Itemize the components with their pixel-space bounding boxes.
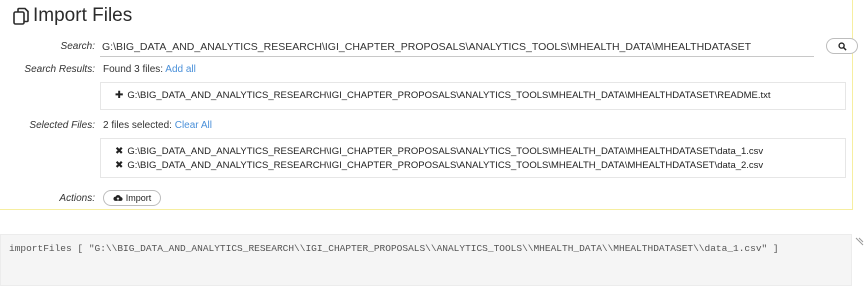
list-item: ✖ G:\BIG_DATA_AND_ANALYTICS_RESEARCH\IGI… xyxy=(115,160,763,171)
page-title-text: Import Files xyxy=(33,5,133,26)
import-button-label: Import xyxy=(125,193,152,203)
list-item: ✖ G:\BIG_DATA_AND_ANALYTICS_RESEARCH\IGI… xyxy=(115,146,763,157)
add-all-link[interactable]: Add all xyxy=(165,64,196,75)
upload-cloud-icon xyxy=(113,195,123,201)
selected-files-label: Selected Files: xyxy=(29,120,95,131)
search-label: Search: xyxy=(60,41,95,52)
resize-handle-icon[interactable] xyxy=(854,236,864,246)
console-output-text: importFiles [ "G:\\BIG_DATA_AND_ANALYTIC… xyxy=(9,243,779,254)
page-title: Import Files xyxy=(12,4,132,28)
plus-icon[interactable]: ✚ xyxy=(115,90,123,101)
search-input[interactable] xyxy=(100,38,814,57)
search-results-label: Search Results: xyxy=(24,64,95,75)
selected-files-list: ✖ G:\BIG_DATA_AND_ANALYTICS_RESEARCH\IGI… xyxy=(100,138,846,178)
search-button[interactable] xyxy=(826,38,858,54)
search-results-count: Found 3 files: xyxy=(103,64,164,75)
import-button[interactable]: Import xyxy=(103,190,161,206)
actions-label: Actions: xyxy=(59,193,95,204)
search-result-path: G:\BIG_DATA_AND_ANALYTICS_RESEARCH\IGI_C… xyxy=(127,90,771,101)
selected-files-summary: 2 files selected: Clear All xyxy=(103,120,212,131)
search-results-list: ✚ G:\BIG_DATA_AND_ANALYTICS_RESEARCH\IGI… xyxy=(100,82,846,110)
search-icon xyxy=(837,41,847,51)
clear-all-link[interactable]: Clear All xyxy=(175,120,212,131)
selected-file-path: G:\BIG_DATA_AND_ANALYTICS_RESEARCH\IGI_C… xyxy=(127,160,764,171)
remove-icon[interactable]: ✖ xyxy=(115,160,123,171)
selected-file-path: G:\BIG_DATA_AND_ANALYTICS_RESEARCH\IGI_C… xyxy=(127,146,764,157)
list-item[interactable]: ✚ G:\BIG_DATA_AND_ANALYTICS_RESEARCH\IGI… xyxy=(115,90,771,101)
import-files-panel: Import Files Search: Search Results: Fou… xyxy=(0,0,858,210)
selected-files-count: 2 files selected: xyxy=(103,120,172,131)
files-icon xyxy=(13,7,29,25)
console-output: importFiles [ "G:\\BIG_DATA_AND_ANALYTIC… xyxy=(0,234,852,286)
remove-icon[interactable]: ✖ xyxy=(115,146,123,157)
search-results-summary: Found 3 files: Add all xyxy=(103,64,196,75)
